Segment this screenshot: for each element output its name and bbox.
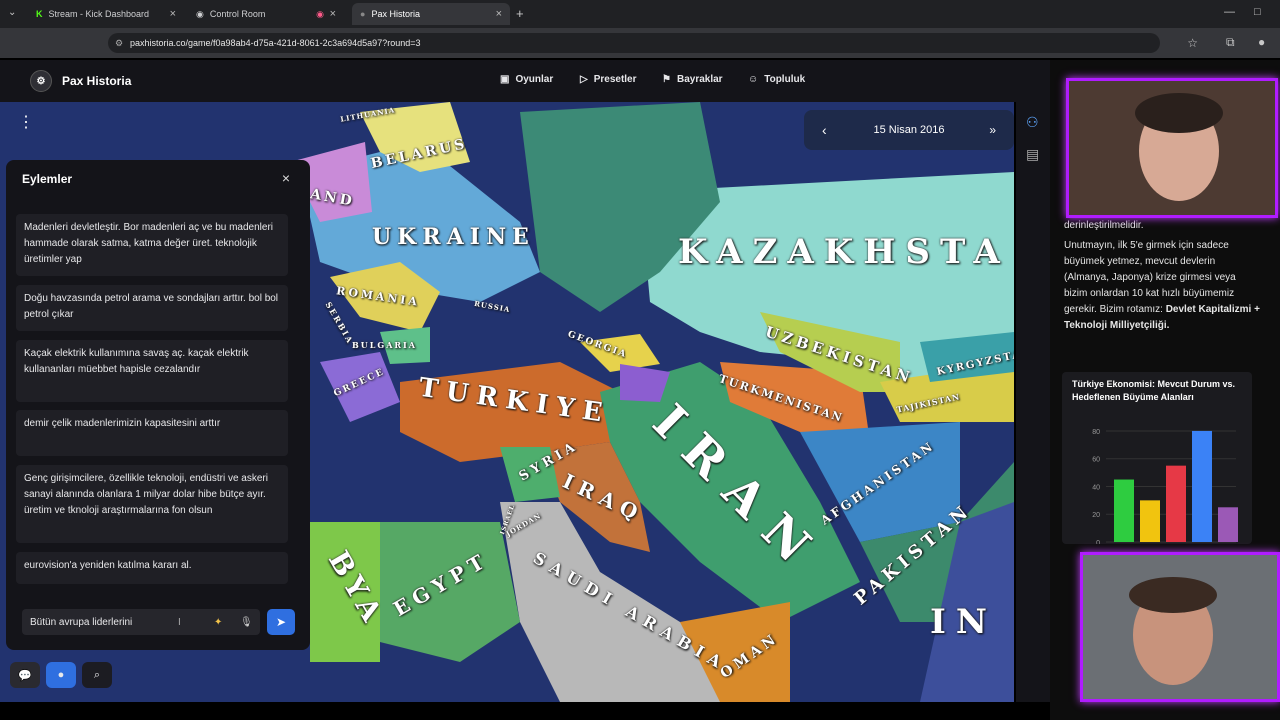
label-india: IN [930, 602, 997, 642]
search-icon: ⌕ [93, 668, 101, 681]
minimize-icon[interactable]: — [1224, 6, 1235, 18]
nav-label: Bayraklar [676, 74, 723, 85]
globe-icon: ◉ [196, 8, 204, 19]
nav-bayraklar[interactable]: ⚑ Bayraklar [662, 74, 723, 85]
chart-bar [1114, 479, 1134, 542]
layers-icon[interactable]: ⚇ [1026, 114, 1039, 131]
record-button[interactable]: ● [46, 662, 76, 688]
send-button[interactable]: ➤ [267, 609, 295, 635]
tab-pax-historia[interactable]: ● Pax Historia × [352, 3, 510, 25]
article-line: derinleştirilmelidir. [1064, 220, 1144, 231]
chart-bar [1140, 500, 1160, 542]
chat-article: derinleştirilmelidir. Unutmayın, ilk 5'e… [1064, 218, 1260, 334]
new-tab-icon[interactable]: + [516, 6, 524, 21]
send-icon: ➤ [275, 615, 287, 629]
record-icon: ◉ [316, 8, 324, 19]
current-date: 15 Nisan 2016 [873, 124, 945, 136]
advance-date-icon[interactable]: » [989, 123, 996, 137]
url-text: paxhistoria.co/game/f0a98ab4-d75a-421d-8… [130, 38, 421, 48]
flag-icon: ⚑ [662, 74, 671, 85]
action-item[interactable]: Genç girişimcilere, özellikle teknoloji,… [16, 465, 288, 543]
prev-date-chevron-icon[interactable]: ‹ [822, 122, 827, 138]
sparkle-icon[interactable]: ✦ [214, 617, 222, 628]
action-item[interactable]: Kaçak elektrik kullanımına savaş aç. kaç… [16, 340, 288, 402]
tab-kick-dashboard[interactable]: K Stream - Kick Dashboard × [28, 3, 184, 25]
nav-label: Presetler [593, 74, 637, 85]
chart-bar [1218, 507, 1238, 542]
action-item[interactable]: Doğu havzasında petrol arama ve sondajla… [16, 285, 288, 331]
date-navigator: ‹ 15 Nisan 2016 » [804, 110, 1014, 150]
text-cursor-icon: I [178, 616, 181, 628]
hair-top [1135, 93, 1223, 133]
close-icon[interactable]: × [496, 8, 502, 20]
y-tick-label: 40 [1092, 484, 1100, 491]
action-item[interactable]: eurovision'a yeniden katılma kararı al. [16, 552, 288, 584]
tab-control-room[interactable]: ◉ Control Room ◉ × [188, 3, 344, 25]
kick-icon: K [36, 9, 43, 19]
economy-chart: Türkiye Ekonomisi: Mevcut Durum vs. Hede… [1062, 372, 1252, 547]
nav-oyunlar[interactable]: ▣ Oyunlar [500, 74, 553, 85]
panel-title: Eylemler [22, 172, 73, 186]
tab-label: Control Room [209, 9, 266, 19]
nav-topluluk[interactable]: ☺ Topluluk [748, 74, 805, 85]
site-info-icon[interactable]: ⚙ [115, 38, 123, 49]
label-ukraine: UKRAINE [372, 224, 535, 250]
y-tick-label: 60 [1092, 457, 1100, 464]
globe-icon: ● [360, 9, 366, 19]
action-item[interactable]: Madenleri devletleştir. Bor madenleri aç… [16, 214, 288, 276]
search-button[interactable]: ⌕ [82, 662, 112, 688]
label-kazakhstan: KAZAKHSTA [678, 232, 1010, 272]
hair-bottom [1129, 577, 1217, 613]
users-icon: ☺ [748, 74, 759, 85]
tab-label: Pax Historia [371, 9, 420, 19]
y-tick-label: 80 [1092, 429, 1100, 436]
browser-tab-strip: ⌄ K Stream - Kick Dashboard × ◉ Control … [0, 0, 1280, 28]
document-icon[interactable]: ▤ [1026, 146, 1039, 163]
webcam-bottom [1080, 552, 1280, 702]
pax-logo-icon: ⚙ [30, 70, 52, 92]
map-menu-icon[interactable]: ⋮ [18, 112, 34, 132]
chart-bar [1166, 465, 1186, 542]
nav-label: Topluluk [764, 74, 806, 85]
close-icon[interactable]: × [282, 170, 290, 186]
action-item[interactable]: demir çelik madenlerimizin kapasitesini … [16, 410, 288, 456]
nav-label: Oyunlar [515, 74, 554, 85]
gamepad-icon: ▣ [500, 74, 510, 85]
play-icon: ▷ [580, 74, 588, 85]
tab-search-icon[interactable]: ⌄ [8, 7, 16, 18]
close-icon[interactable]: × [330, 8, 336, 20]
action-input[interactable]: Bütün avrupa liderlerini I ✦ 🎙 [22, 609, 260, 635]
bottom-dock: 💬 ● ⌕ [10, 662, 112, 688]
label-bulgaria: BULGARIA [352, 340, 417, 350]
brand[interactable]: ⚙ Pax Historia [30, 70, 131, 92]
action-input-value: Bütün avrupa liderlerini [30, 616, 133, 628]
nav-presetler[interactable]: ▷ Presetler [580, 74, 637, 85]
extensions-icon[interactable]: ⧉ [1226, 35, 1235, 50]
microphone-icon[interactable]: 🎙 [240, 617, 253, 628]
tab-label: Stream - Kick Dashboard [48, 9, 150, 19]
chart-bar [1192, 430, 1212, 542]
close-icon[interactable]: × [170, 8, 176, 20]
webcam-top [1066, 78, 1278, 218]
maximize-icon[interactable]: □ [1254, 6, 1261, 18]
brand-name: Pax Historia [62, 74, 132, 88]
address-bar[interactable]: ⚙ paxhistoria.co/game/f0a98ab4-d75a-421d… [108, 33, 1198, 53]
map-side-toolbar: ⚇ ▤ [1016, 102, 1050, 702]
chat-button[interactable]: 💬 [10, 662, 40, 688]
y-tick-label: 0 [1096, 540, 1100, 544]
bookmark-star-icon[interactable]: ☆ [1187, 36, 1198, 50]
y-tick-label: 20 [1092, 512, 1100, 519]
chart-title: Türkiye Ekonomisi: Mevcut Durum vs. Hede… [1072, 379, 1236, 402]
profile-avatar[interactable]: ● [1258, 35, 1265, 49]
